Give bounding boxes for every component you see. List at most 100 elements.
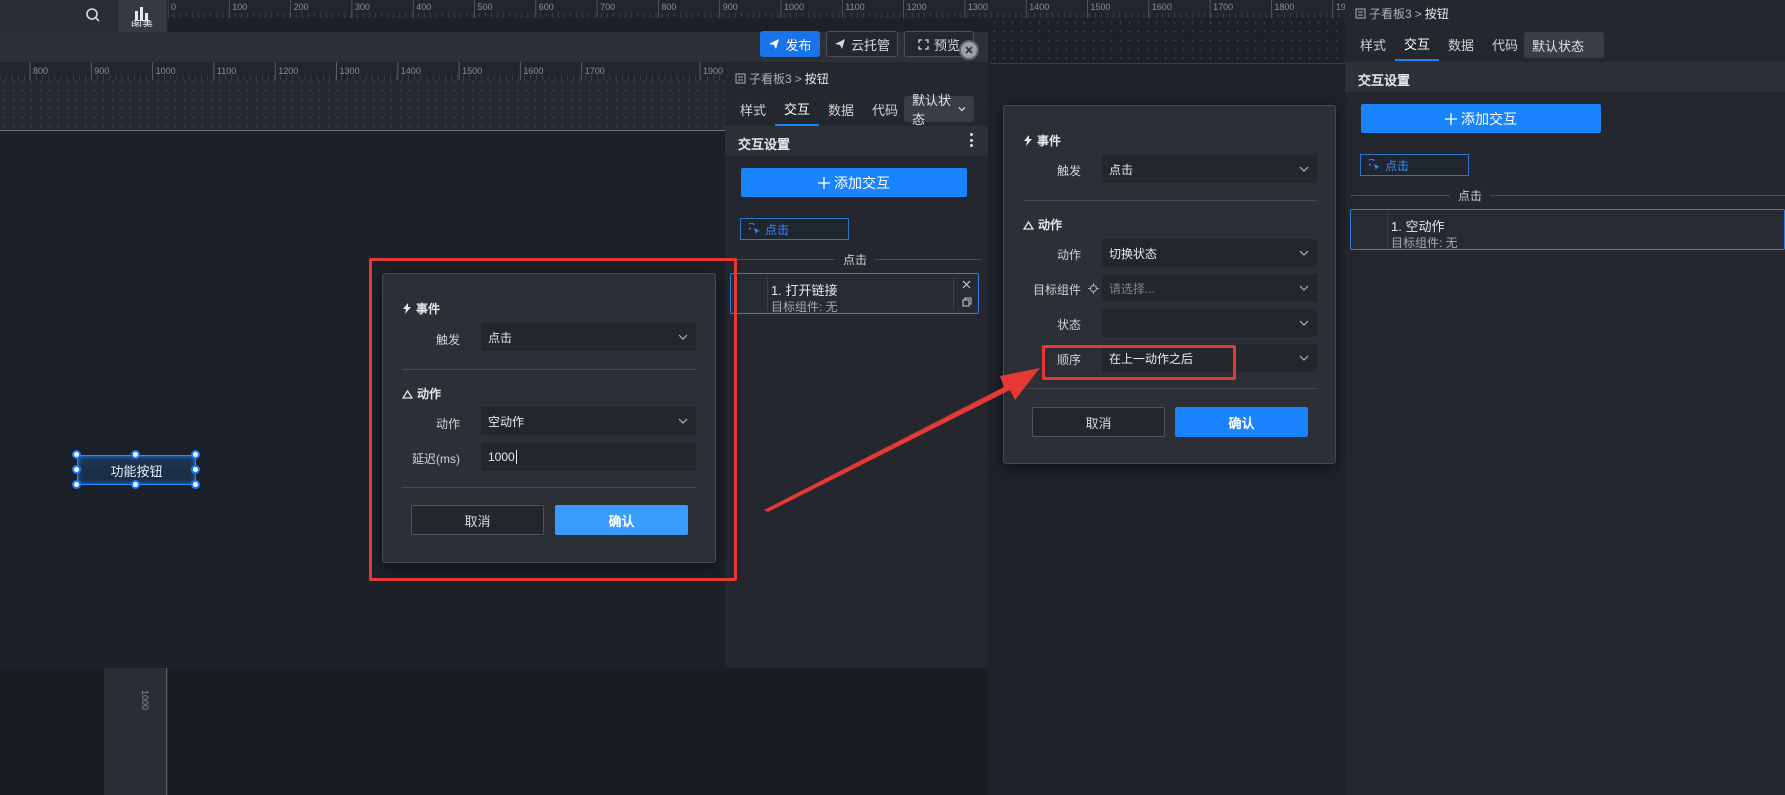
ruler-label: 900 [723,2,738,12]
resize-handle[interactable] [131,450,140,459]
chevron-down-icon [1299,320,1309,326]
action-title: 1. 打开链接 [771,283,838,298]
ruler-label: 100 [232,2,247,12]
lightning-icon [1024,135,1032,146]
target-select[interactable]: 请选择... [1102,274,1317,302]
cloud-host-button[interactable]: 云托管 [826,31,898,57]
tab-interaction[interactable]: 交互 [775,92,820,126]
ruler-label: 800 [661,2,676,12]
ruler-label: 1300 [968,2,988,12]
ruler-label: 1700 [585,66,605,76]
state-label: 状态 [1056,318,1081,332]
chevron-down-icon [1299,355,1309,361]
section-title: 交互设置 [1358,73,1411,88]
resize-handle[interactable] [72,465,81,474]
state-select[interactable] [1102,309,1317,337]
resize-handle[interactable] [72,450,81,459]
chevron-down-icon [1299,250,1309,256]
ruler-label: 0 [171,2,176,12]
left-ruler-label: 1000 [140,690,150,711]
grid-band-top [990,18,1345,63]
ruler-label: 1300 [340,66,360,76]
chevron-down-icon [1299,285,1309,291]
resize-handle[interactable] [191,465,200,474]
send-icon [769,39,780,49]
plus-icon [818,176,830,189]
action-item[interactable]: 1. 打开链接 目标组件: 无 [730,273,979,314]
send-icon [834,39,845,49]
target-label: 目标组件 [1032,283,1081,297]
ruler-label: 1800 [1274,2,1294,12]
ruler-label: 1100 [217,66,236,76]
ruler-label: 300 [355,2,370,12]
tab-code[interactable]: 代码 [863,92,907,126]
ruler-label: 900 [94,66,109,76]
trigger-label: 触发 [1056,164,1081,178]
action-select[interactable]: 切换状态 [1102,239,1317,267]
cancel-button[interactable]: 取消 [1032,407,1165,437]
publish-button[interactable]: 发布 [760,31,820,57]
ruler-label: 1100 [845,2,864,12]
target-locate-icon[interactable] [1088,283,1099,294]
fullscreen-icon [918,38,929,50]
chart-tool[interactable]: 图表 [118,0,166,32]
add-interaction-button[interactable]: 添加交互 [1361,104,1601,133]
ruler-label: 600 [539,2,554,12]
panel-tabs: 样式 交互 数据 代码 [731,92,907,126]
tab-interaction[interactable]: 交互 [1395,27,1440,61]
trigger-select[interactable]: 点击 [1102,155,1317,183]
top-ruler: 0 100 200 300 400 500 600 700 800 900 1000 1100 1200… [168,0,1508,18]
ruler-label: 1400 [401,66,421,76]
ruler-label: 1000 [784,2,804,12]
more-icon[interactable] [968,133,974,147]
ruler-label: 1700 [1213,2,1233,12]
resize-handle[interactable] [191,450,200,459]
copy-icon[interactable] [962,297,972,307]
tab-style[interactable]: 样式 [731,92,775,126]
ruler-label: 200 [294,2,309,12]
section-bar [1345,62,1785,92]
delete-icon[interactable] [962,280,971,289]
resize-handle[interactable] [72,480,81,489]
plus-icon [1445,112,1457,125]
resize-handle[interactable] [131,480,140,489]
annotation-arrow [764,368,1040,512]
chevron-down-icon [958,107,966,112]
canvas-edge [0,130,725,131]
trigger-chip[interactable]: 点击 [740,218,849,240]
add-interaction-button[interactable]: 添加交互 [741,168,967,197]
search-tool[interactable] [70,2,116,28]
ruler-label: 500 [478,2,493,12]
divider [1023,200,1317,201]
close-icon[interactable] [959,40,979,60]
action-item[interactable]: 1. 空动作 目标组件: 无 [1350,209,1785,250]
bar-chart-icon [134,7,150,21]
ruler-label: 1600 [1152,2,1172,12]
click-icon [749,223,760,234]
board-icon [1355,8,1366,19]
tab-data[interactable]: 数据 [1439,27,1483,61]
chevron-down-icon [1299,166,1309,172]
ruler-label: 1000 [156,66,176,76]
tab-data[interactable]: 数据 [819,92,863,126]
ruler-label: 1600 [523,66,543,76]
state-dropdown[interactable]: 默认状态 [1524,32,1604,58]
ruler-label: 1900 [703,66,723,76]
action-icon [1023,220,1034,230]
action-title: 1. 空动作 [1391,219,1445,234]
ruler-label: 1200 [907,2,927,12]
highlight-box-order [1042,345,1236,380]
ruler-label: 700 [600,2,615,12]
canvas-button-label: 功能按钮 [110,463,163,479]
highlight-box-left [369,258,737,581]
breadcrumb: 子看板3 > 按钮 [735,70,829,87]
tab-code[interactable]: 代码 [1483,27,1527,61]
chart-tool-label: 图表 [131,21,153,27]
action-label: 动作 [1056,248,1081,262]
confirm-button[interactable]: 确认 [1175,407,1308,437]
event-header: 事件 [1023,132,1061,149]
state-dropdown[interactable]: 默认状态 [904,93,974,127]
resize-handle[interactable] [191,480,200,489]
tab-style[interactable]: 样式 [1351,27,1395,61]
trigger-chip[interactable]: 点击 [1360,154,1469,176]
